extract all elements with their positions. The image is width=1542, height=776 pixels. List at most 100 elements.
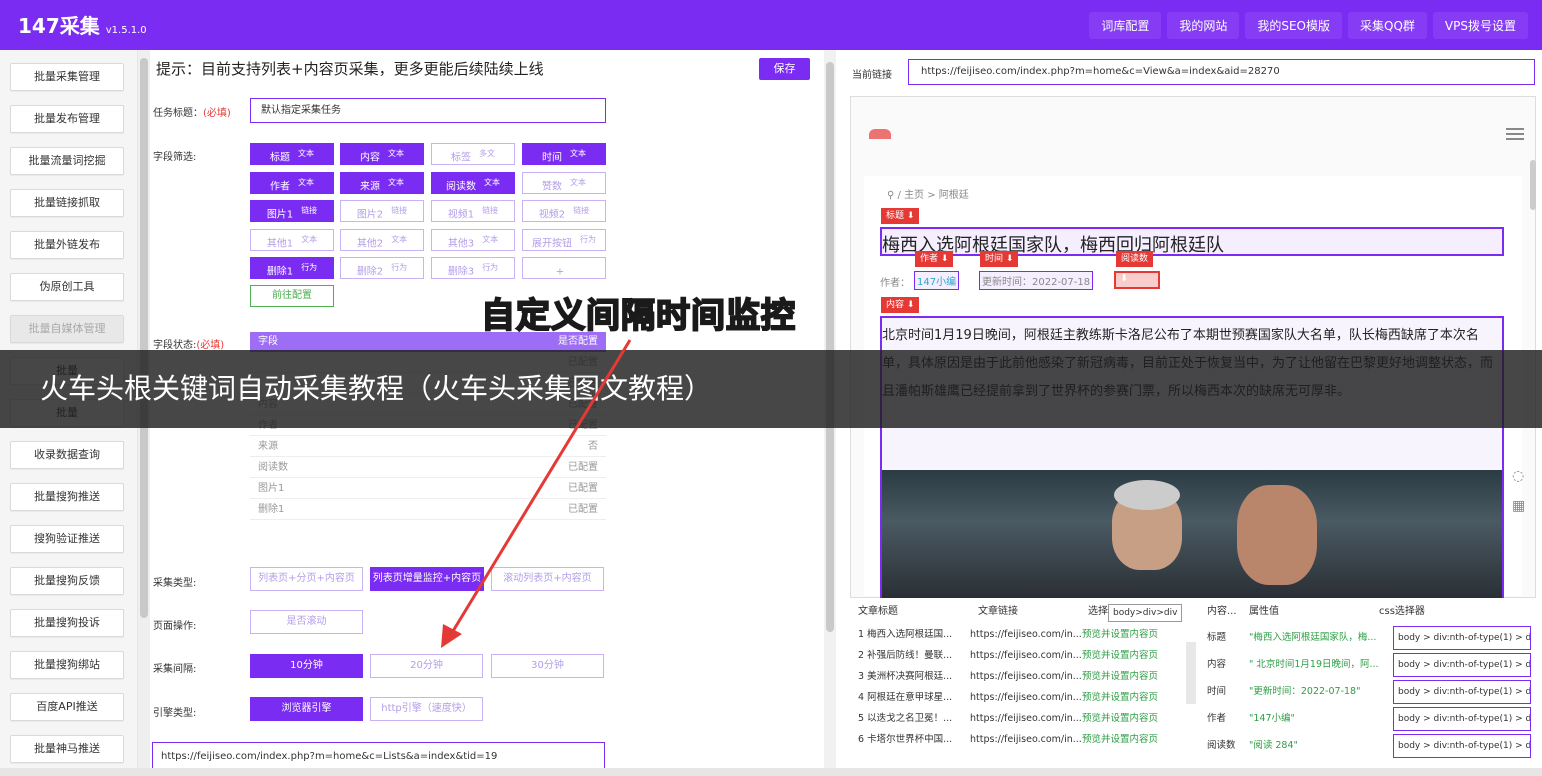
goto-config-button[interactable]: 前往配置	[250, 285, 334, 307]
col-css-selector: css选择器	[1379, 606, 1425, 617]
nav-lexicon-config[interactable]: 词库配置	[1089, 12, 1162, 39]
article-row[interactable]: 2 补强后防线！曼联... https://feijiseo.com/in... 预…	[858, 645, 1196, 666]
article-action[interactable]: 预览并设置内容页	[1082, 624, 1192, 645]
nav-my-sites[interactable]: 我的网站	[1167, 12, 1240, 39]
content-tag[interactable]: 内容 ⬇	[881, 297, 920, 313]
sidebar-item[interactable]: 批量流量词挖掘	[10, 147, 124, 175]
field-type-tag: 链接	[482, 206, 499, 215]
field-toggle[interactable]: 删除1 行为	[250, 257, 334, 279]
field-toggle[interactable]: 视频2 链接	[522, 200, 606, 222]
field-toggle[interactable]: 删除3 行为	[431, 257, 515, 279]
scrollbar-thumb[interactable]	[140, 58, 148, 618]
scrollbar-thumb[interactable]	[826, 62, 834, 632]
save-button[interactable]: 保存	[759, 58, 810, 80]
article-action[interactable]: 预览并设置内容页	[1082, 645, 1192, 666]
qrcode-icon[interactable]: ▦	[1512, 498, 1525, 514]
nav-seo-templates[interactable]: 我的SEO模版	[1245, 12, 1343, 39]
field-status-label: 字段状态:(必填)	[153, 340, 225, 351]
article-row[interactable]: 5 以迭戈之名卫冕！... https://feijiseo.com/in... 预…	[858, 708, 1196, 729]
field-toggle[interactable]: 标签 多文	[431, 143, 515, 165]
field-toggle[interactable]: 其他1 文本	[250, 229, 334, 251]
sidebar-item[interactable]: 批量自媒体管理	[10, 315, 124, 343]
field-toggle[interactable]: +	[522, 257, 606, 279]
time-value[interactable]: 更新时间：2022-07-18	[979, 271, 1094, 290]
sidebar-item[interactable]: 搜狗验证推送	[10, 525, 124, 553]
article-action[interactable]: 预览并设置内容页	[1082, 687, 1192, 708]
author-value[interactable]: 147小编	[914, 271, 960, 290]
field-toggle[interactable]: 阅读数 文本	[431, 172, 515, 194]
title-tag[interactable]: 标题 ⬇	[881, 208, 920, 224]
field-toggle[interactable]: 来源 文本	[340, 172, 424, 194]
field-label: 展开按钮	[532, 238, 572, 250]
field-toggle[interactable]: 其他3 文本	[431, 229, 515, 251]
engine-browser[interactable]: 浏览器引擎	[250, 697, 363, 721]
field-toggle[interactable]: 内容 文本	[340, 143, 424, 165]
css-selector-input[interactable]: body > div:nth-of-type(1) > d...	[1393, 626, 1531, 650]
field-type-tag: 文本	[570, 149, 586, 158]
collect-type-list-paged[interactable]: 列表页+分页+内容页	[250, 567, 363, 591]
article-row[interactable]: 6 卡塔尔世界杯中国... https://feijiseo.com/in... 预…	[858, 729, 1196, 750]
sidebar-item[interactable]: 批量链接抓取	[10, 189, 124, 217]
field-toggle[interactable]: 时间 文本	[522, 143, 606, 165]
css-selector-input[interactable]: body > div:nth-of-type(1) > d...	[1393, 680, 1531, 704]
sidebar-item[interactable]: 批量神马推送	[10, 735, 124, 763]
css-selector-input[interactable]: body > div:nth-of-type(1) > d...	[1393, 734, 1531, 758]
field-label: 阅读数	[446, 181, 476, 193]
article-row[interactable]: 1 梅西入选阿根廷国... https://feijiseo.com/in... 预…	[858, 624, 1196, 645]
time-tag[interactable]: 时间 ⬇	[980, 251, 1019, 267]
field-toggle[interactable]: 删除2 行为	[340, 257, 424, 279]
field-toggle[interactable]: 图片1 链接	[250, 200, 334, 222]
interval-20min[interactable]: 20分钟	[370, 654, 483, 678]
article-row[interactable]: 4 阿根廷在意甲球星... https://feijiseo.com/in... 预…	[858, 687, 1196, 708]
sidebar-item[interactable]: 批量搜狗绑站	[10, 651, 124, 679]
collect-type-incremental[interactable]: 列表页增量监控+内容页	[370, 567, 484, 591]
interval-10min[interactable]: 10分钟	[250, 654, 363, 678]
article-action[interactable]: 预览并设置内容页	[1082, 729, 1192, 750]
sidebar-item[interactable]: 批量搜狗推送	[10, 483, 124, 511]
preview-scrollbar-thumb[interactable]	[1530, 160, 1536, 210]
field-toggle[interactable]: 作者 文本	[250, 172, 334, 194]
hamburger-menu-icon[interactable]	[1506, 128, 1524, 140]
sidebar-item[interactable]: 批量采集管理	[10, 63, 124, 91]
sidebar-item[interactable]: 百度API推送	[10, 693, 124, 721]
field-type-tag: 链接	[573, 206, 590, 215]
css-selector-input[interactable]: body > div:nth-of-type(1) > d...	[1393, 707, 1531, 731]
sidebar-item[interactable]: 批量搜狗投诉	[10, 609, 124, 637]
article-action[interactable]: 预览并设置内容页	[1082, 708, 1192, 729]
article-link: https://feijiseo.com/in...	[970, 734, 1082, 745]
article-list-scrollbar[interactable]	[1186, 642, 1196, 704]
scroll-toggle-button[interactable]: 是否滚动	[250, 610, 363, 634]
current-link-input[interactable]: https://feijiseo.com/index.php?m=home&c=…	[908, 59, 1535, 85]
article-action[interactable]: 预览并设置内容页	[1082, 666, 1192, 687]
reads-tag[interactable]: 阅读数	[1116, 251, 1154, 267]
article-row[interactable]: 3 美洲杯决赛阿根廷... https://feijiseo.com/in... 预…	[858, 666, 1196, 687]
engine-http[interactable]: http引擎（速度快）	[370, 697, 483, 721]
nav-vps-dial[interactable]: VPS拨号设置	[1432, 12, 1528, 39]
attr-name: 阅读数	[1207, 740, 1236, 751]
collect-type-scroll[interactable]: 滚动列表页+内容页	[491, 567, 604, 591]
col-article-title: 文章标题	[858, 606, 898, 617]
nav-qq-group[interactable]: 采集QQ群	[1348, 12, 1427, 39]
field-toggle[interactable]: 其他2 文本	[340, 229, 424, 251]
sidebar-item[interactable]: 伪原创工具	[10, 273, 124, 301]
field-toggle[interactable]: 标题 文本	[250, 143, 334, 165]
side-tools: ◌ ▦	[1512, 468, 1525, 514]
sidebar-item[interactable]: 批量外链发布	[10, 231, 124, 259]
reads-value[interactable]: ⬇	[1114, 271, 1160, 289]
author-tag[interactable]: 作者 ⬇	[915, 251, 954, 267]
field-toggle[interactable]: 视频1 链接	[431, 200, 515, 222]
interval-30min[interactable]: 30分钟	[491, 654, 604, 678]
sidebar-item[interactable]: 批量搜狗反馈	[10, 567, 124, 595]
task-title-input[interactable]: 默认指定采集任务	[250, 98, 606, 123]
field-toggle[interactable]: 展开按钮 行为	[522, 229, 606, 251]
sidebar-item[interactable]: 收录数据查询	[10, 441, 124, 469]
css-selector-input[interactable]: body > div:nth-of-type(1) > d...	[1393, 653, 1531, 677]
sidebar-item[interactable]: 批量发布管理	[10, 105, 124, 133]
field-label: 图片2	[356, 209, 384, 221]
attr-value: "147小编"	[1249, 713, 1295, 724]
field-label: 时间	[542, 152, 562, 164]
comment-icon[interactable]: ◌	[1512, 468, 1525, 484]
field-toggle[interactable]: 图片2 链接	[340, 200, 424, 222]
article-title: 3 美洲杯决赛阿根廷...	[858, 671, 953, 682]
field-toggle[interactable]: 赞数 文本	[522, 172, 606, 194]
